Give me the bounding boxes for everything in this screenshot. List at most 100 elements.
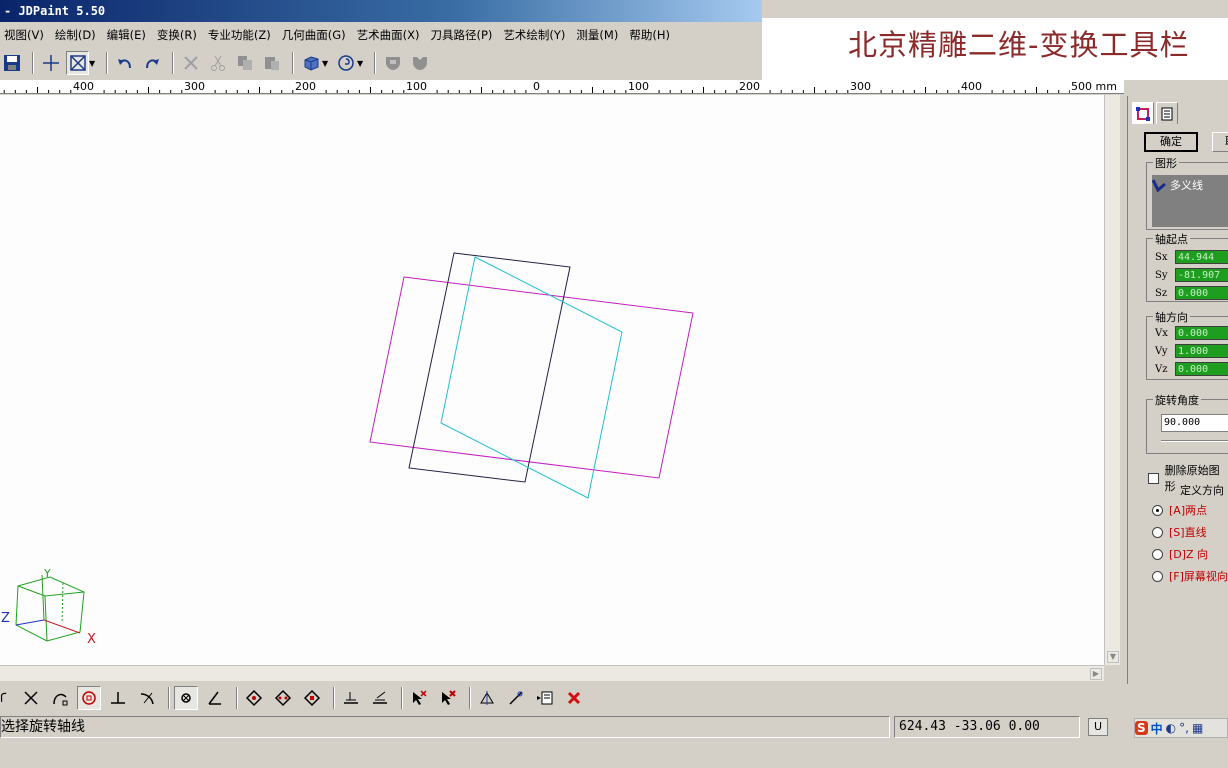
ok-button[interactable]: 确定 xyxy=(1144,132,1198,152)
ruler-label: 200 xyxy=(294,80,317,93)
list-select-icon[interactable] xyxy=(533,686,557,710)
center-snap-icon[interactable] xyxy=(77,686,101,710)
toolbar-separator xyxy=(333,687,335,709)
magenta-rectangle[interactable] xyxy=(369,276,694,479)
angle-input[interactable]: 90.000 xyxy=(1161,414,1228,432)
ime-language[interactable]: 中 xyxy=(1151,720,1163,737)
tangent-icon[interactable] xyxy=(135,686,159,710)
mode-indicator[interactable]: U xyxy=(1088,718,1108,736)
sx-label: Sx xyxy=(1155,251,1168,263)
perpendicular-icon[interactable] xyxy=(106,686,130,710)
sy-field[interactable]: -81.907 xyxy=(1175,268,1228,282)
paste-icon[interactable] xyxy=(260,51,283,75)
menu-help[interactable]: 帮助(H) xyxy=(625,27,677,43)
diamond-grid-icon[interactable] xyxy=(242,686,266,710)
layer-icon[interactable] xyxy=(339,686,363,710)
chevron-down-icon[interactable]: ▼ xyxy=(357,59,365,68)
tab-properties[interactable] xyxy=(1156,102,1178,124)
ruler-ticks xyxy=(3,82,1115,93)
angle-snap-icon[interactable] xyxy=(203,686,227,710)
menu-professional[interactable]: 专业功能(Z) xyxy=(204,27,278,43)
shield-icon[interactable] xyxy=(381,51,404,75)
sz-label: Sz xyxy=(1155,287,1168,299)
shape-item-label: 多义线 xyxy=(1170,179,1203,192)
close-icon[interactable] xyxy=(562,686,586,710)
intersect-icon[interactable] xyxy=(19,686,43,710)
menu-view[interactable]: 视图(V) xyxy=(0,27,51,43)
radio-button[interactable] xyxy=(1152,504,1163,516)
axis-start-title: 轴起点 xyxy=(1153,231,1190,247)
sz-field[interactable]: 0.000 xyxy=(1175,286,1228,300)
toolbar-separator xyxy=(469,687,471,709)
toolbar-separator xyxy=(374,52,376,74)
radio-z-direction[interactable]: [D]Z 向 xyxy=(1152,546,1208,562)
sogou-icon[interactable]: S xyxy=(1135,721,1148,735)
diamond-lock-icon[interactable] xyxy=(300,686,324,710)
axis-direction-group: 轴方向 Vx 0.000 Vy 1.000 Vz 0.000 xyxy=(1146,309,1228,380)
deselect-icon[interactable] xyxy=(436,686,460,710)
fit-view-icon[interactable] xyxy=(66,51,89,75)
select-cross-icon[interactable] xyxy=(407,686,431,710)
scroll-right-icon[interactable]: ▶ xyxy=(1090,668,1102,680)
sx-field[interactable]: 44.944 xyxy=(1175,250,1228,264)
shape-list[interactable]: 多义线 xyxy=(1152,175,1228,227)
angle-slider[interactable] xyxy=(1161,440,1228,442)
radio-label: [S]直线 xyxy=(1169,526,1207,539)
moon-icon[interactable]: ◐ xyxy=(1166,721,1176,735)
save-icon[interactable] xyxy=(0,51,23,75)
rotate-view-icon[interactable] xyxy=(334,51,357,75)
layer-edit-icon[interactable] xyxy=(368,686,392,710)
horizontal-scrollbar[interactable]: ▶ xyxy=(0,665,1104,681)
drawing-canvas[interactable]: Y Z X xyxy=(0,95,1104,665)
delete-original-checkbox[interactable] xyxy=(1148,472,1159,484)
move-icon[interactable] xyxy=(475,686,499,710)
vertical-scrollbar[interactable]: ▼ xyxy=(1104,95,1120,665)
radio-two-points[interactable]: [A]两点 xyxy=(1152,502,1207,518)
menu-draw[interactable]: 绘制(D) xyxy=(51,27,103,43)
chevron-down-icon[interactable]: ▼ xyxy=(89,59,97,68)
banner-title: 北京精雕二维-变换工具栏 xyxy=(848,28,1190,62)
diamond-snap-icon[interactable] xyxy=(271,686,295,710)
chevron-down-icon[interactable]: ▼ xyxy=(322,59,330,68)
window-title: - JDPaint 5.50 xyxy=(4,4,106,18)
shape-list-item[interactable]: 多义线 xyxy=(1152,177,1203,193)
arc-end-icon[interactable] xyxy=(48,686,72,710)
punctuation-icon[interactable]: °, xyxy=(1179,721,1189,735)
vy-field[interactable]: 1.000 xyxy=(1175,344,1228,358)
radio-screen-view[interactable]: [F]屏幕视向 xyxy=(1152,568,1228,584)
ruler-label: 400 xyxy=(72,80,95,93)
menu-measure[interactable]: 测量(M) xyxy=(572,27,625,43)
keyboard-icon[interactable]: ▦ xyxy=(1192,721,1203,735)
radio-line[interactable]: [S]直线 xyxy=(1152,524,1207,540)
scroll-down-icon[interactable]: ▼ xyxy=(1107,651,1119,663)
crosshair-icon[interactable] xyxy=(39,51,62,75)
corner-icon[interactable] xyxy=(0,686,14,710)
menu-geometry-surface[interactable]: 几何曲面(G) xyxy=(278,27,353,43)
vx-field[interactable]: 0.000 xyxy=(1175,326,1228,340)
menu-art-surface[interactable]: 艺术曲面(X) xyxy=(353,27,427,43)
radio-button[interactable] xyxy=(1152,570,1163,582)
undo-icon[interactable] xyxy=(113,51,136,75)
menu-tool-path[interactable]: 刀具路径(P) xyxy=(427,27,500,43)
define-direction-title: 定义方向 xyxy=(1180,484,1224,497)
tab-transform[interactable] xyxy=(1132,102,1154,124)
cancel-button[interactable]: 取 xyxy=(1212,132,1228,152)
ime-toolbar[interactable]: S 中 ◐ °, ▦ xyxy=(1134,718,1228,738)
radio-button[interactable] xyxy=(1152,526,1163,538)
cut-icon[interactable] xyxy=(206,51,229,75)
delete-icon[interactable] xyxy=(179,51,202,75)
copy-icon[interactable] xyxy=(233,51,256,75)
3d-box-icon[interactable] xyxy=(299,51,322,75)
shield-alt-icon[interactable] xyxy=(408,51,431,75)
vz-field[interactable]: 0.000 xyxy=(1175,362,1228,376)
point-snap-icon[interactable] xyxy=(174,686,198,710)
vz-row: Vz 0.000 xyxy=(1155,361,1228,377)
toolbar-separator xyxy=(401,687,403,709)
menu-transform[interactable]: 变换(R) xyxy=(153,27,204,43)
menu-edit[interactable]: 编辑(E) xyxy=(103,27,153,43)
node-edit-icon xyxy=(1136,106,1150,121)
redo-icon[interactable] xyxy=(140,51,163,75)
radio-button[interactable] xyxy=(1152,548,1163,560)
menu-art-draw[interactable]: 艺术绘制(Y) xyxy=(499,27,572,43)
measure-icon[interactable] xyxy=(504,686,528,710)
